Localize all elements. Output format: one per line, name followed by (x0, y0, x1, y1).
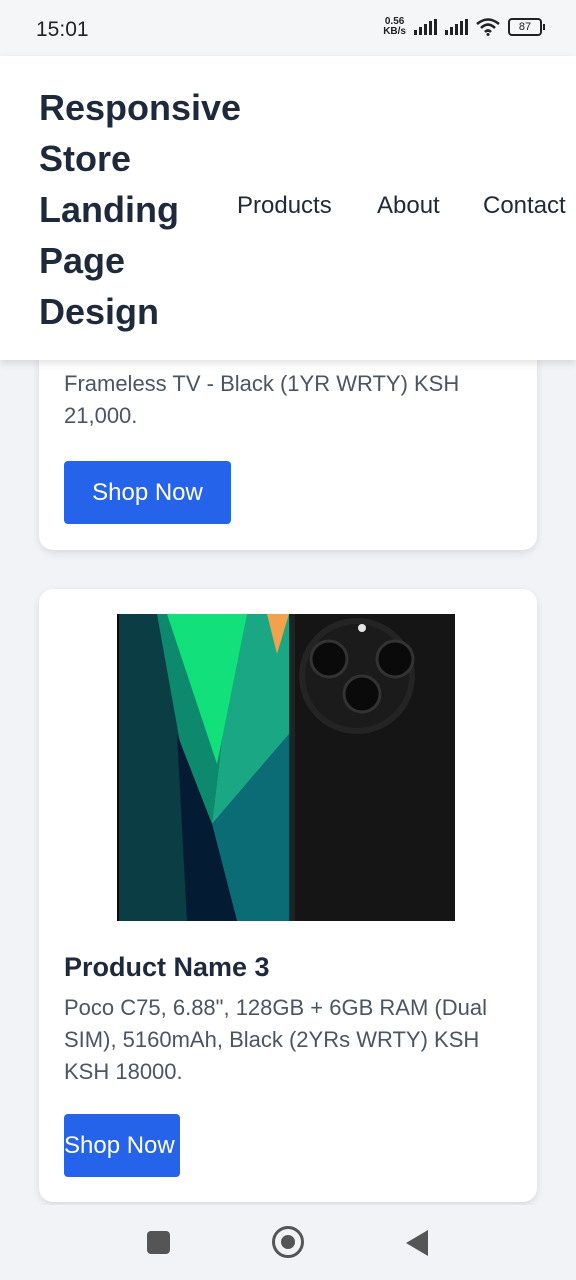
network-speed-unit: KB/s (383, 26, 406, 37)
product-card: Product Name 3 Poco C75, 6.88", 128GB + … (39, 589, 537, 1202)
site-header: Responsive Store Landing Page Design Pro… (0, 56, 576, 360)
product-title: Product Name 3 (64, 952, 270, 982)
shop-now-button[interactable]: Shop Now (64, 461, 231, 524)
status-bar: 15:01 0.56 KB/s 87 (0, 0, 576, 56)
battery-icon: 87 (508, 18, 545, 36)
status-icons: 0.56 KB/s 87 (383, 17, 545, 37)
nav-link-products[interactable]: Products (237, 192, 332, 220)
system-nav-bar (0, 1205, 576, 1280)
status-time: 15:01 (36, 18, 89, 41)
brand-title[interactable]: Responsive Store Landing Page Design (39, 82, 249, 337)
nav-link-contact[interactable]: Contact (483, 192, 566, 220)
product-phone-image (117, 614, 455, 921)
signal-icon (414, 19, 437, 35)
recents-icon[interactable] (147, 1231, 170, 1254)
wifi-icon (476, 18, 500, 36)
network-speed: 0.56 KB/s (383, 17, 406, 37)
signal-icon (445, 19, 468, 35)
shop-now-button[interactable]: Shop Now (64, 1114, 180, 1177)
back-icon[interactable] (406, 1230, 428, 1256)
nav-link-about[interactable]: About (377, 192, 440, 220)
product-description: Poco C75, 6.88", 128GB + 6GB RAM (Dual S… (64, 995, 487, 1084)
shop-now-label: Shop Now (64, 1131, 175, 1159)
home-icon[interactable] (272, 1226, 304, 1258)
